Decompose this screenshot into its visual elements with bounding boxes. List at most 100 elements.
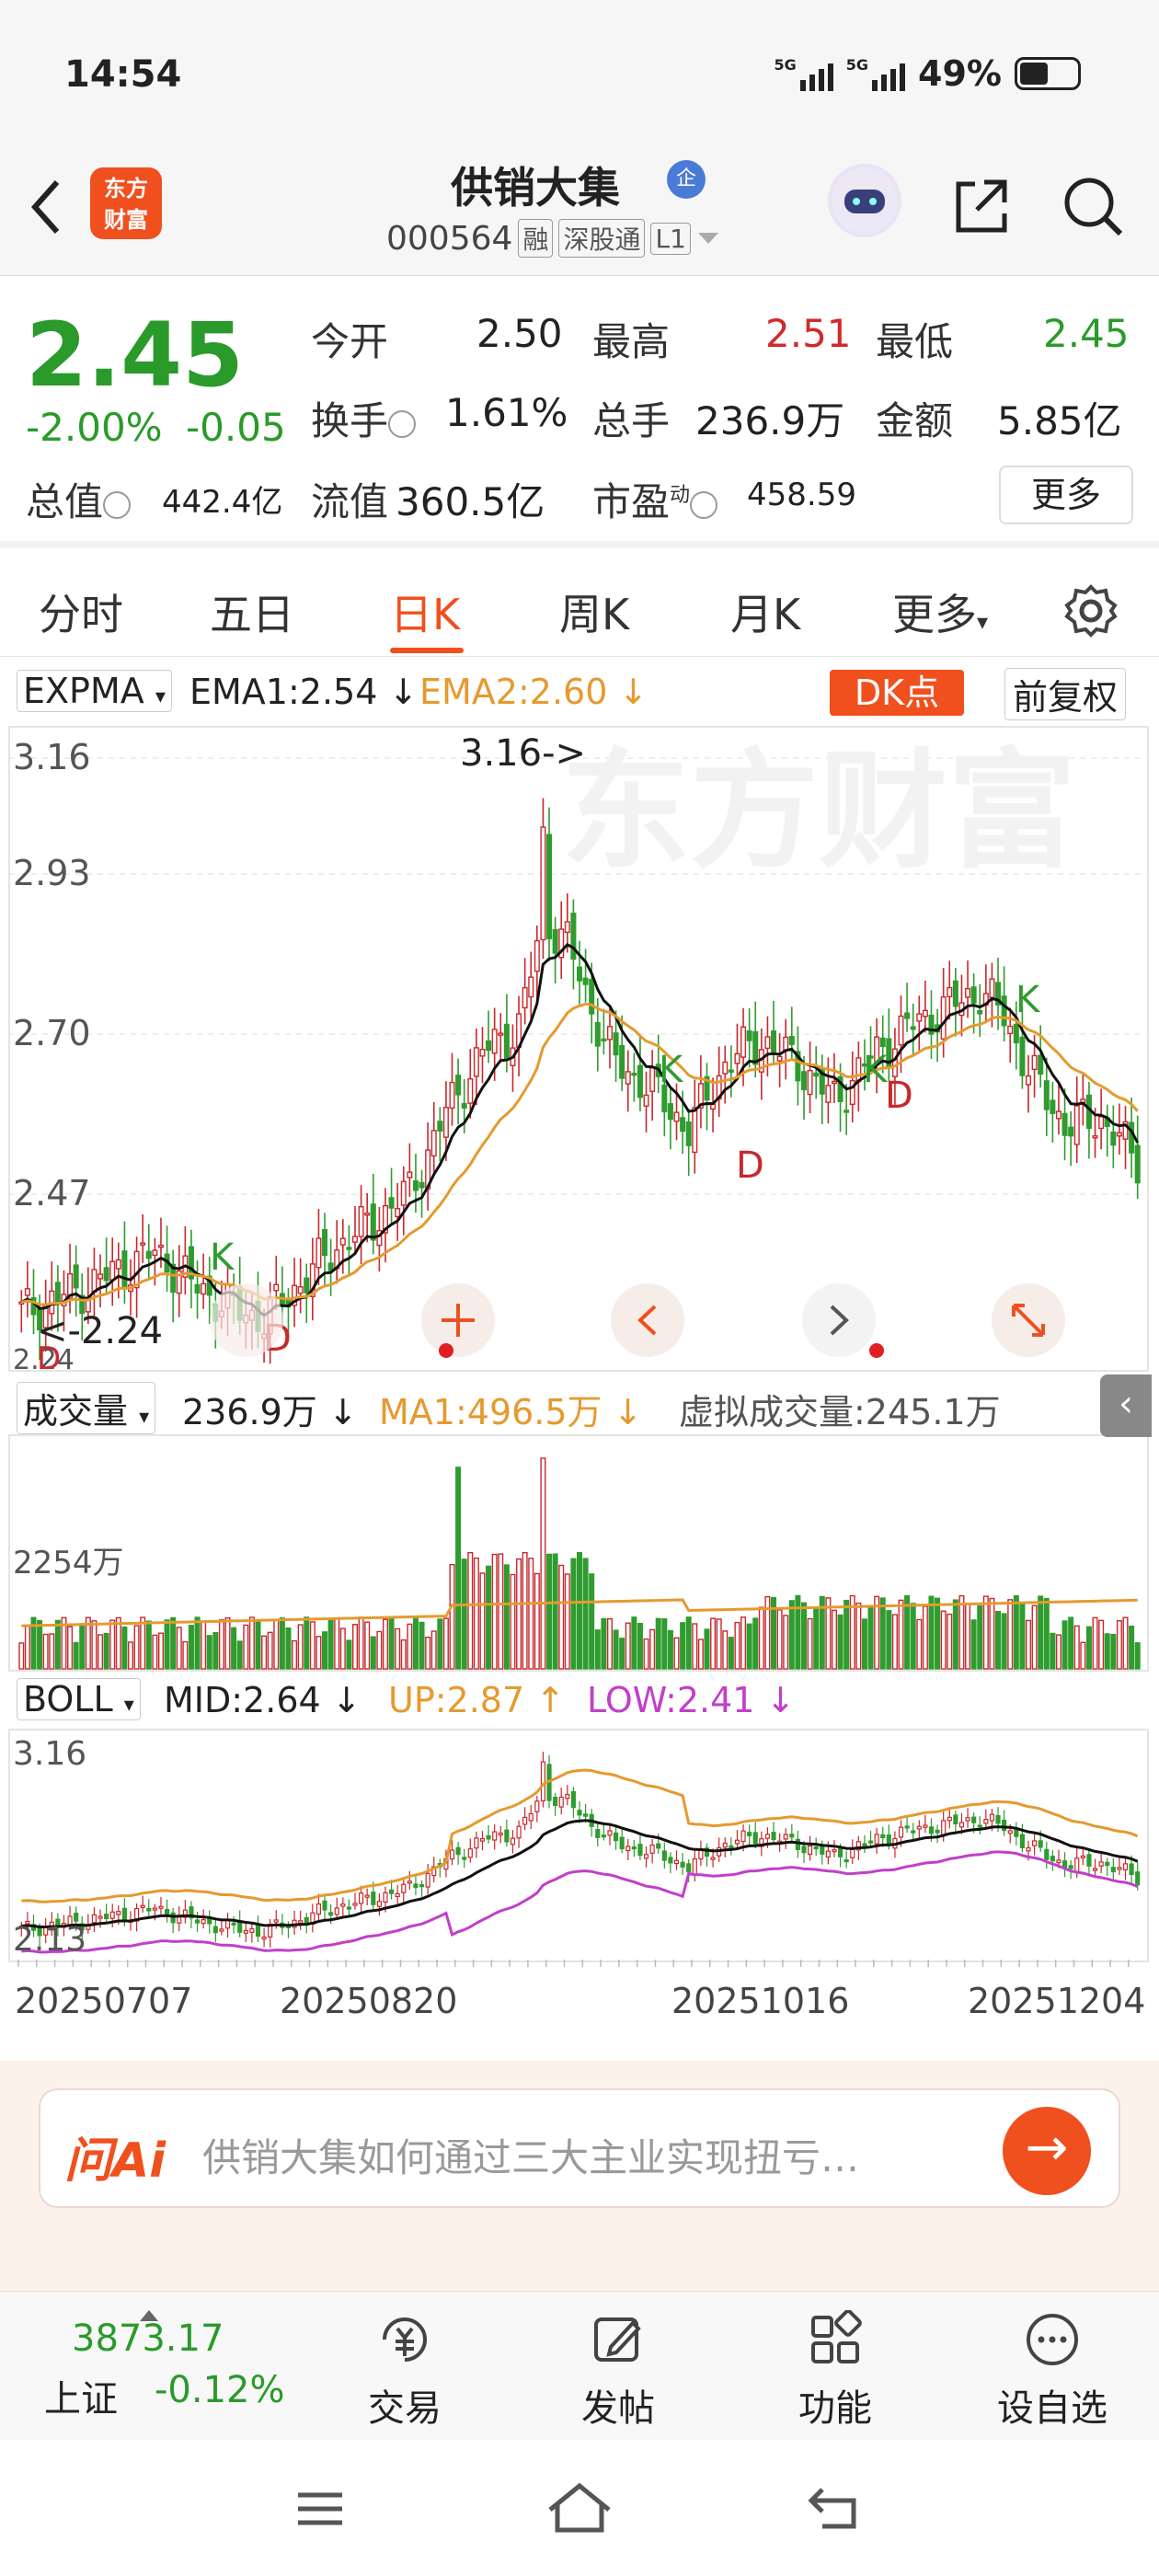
candle-body <box>273 1283 280 1292</box>
nav-post[interactable]: 发帖 <box>554 2310 683 2432</box>
boll-candle-body <box>1074 1857 1080 1872</box>
volume-bar <box>334 1617 340 1670</box>
more-button[interactable]: 更多 <box>999 466 1133 524</box>
adjust-mode-button[interactable]: 前复权 <box>1004 668 1127 720</box>
volume-bar <box>673 1637 680 1670</box>
volume-bar <box>928 1595 935 1670</box>
candle-body <box>1061 1112 1068 1136</box>
scroll-left-button[interactable] <box>611 1283 684 1357</box>
share-icon[interactable] <box>947 173 1014 239</box>
back-arrow-icon[interactable] <box>28 175 64 239</box>
volume-bar <box>1055 1634 1061 1670</box>
volume-indicator-select[interactable]: 成交量 ▾ <box>17 1382 156 1434</box>
volume-bar <box>637 1623 643 1670</box>
open-value: 2.50 <box>476 311 563 356</box>
boll-candle-body <box>928 1826 935 1834</box>
volume-bar <box>182 1640 189 1670</box>
volume-bar <box>540 1457 546 1670</box>
boll-candle-body <box>995 1814 1001 1824</box>
tab-weekly-k[interactable]: 周K <box>559 581 629 642</box>
boll-candle-body <box>298 1920 304 1924</box>
index-up-arrow-icon <box>140 2310 158 2321</box>
assistant-avatar-icon[interactable] <box>828 164 901 237</box>
zoom-in-button[interactable] <box>421 1283 495 1358</box>
candle-body <box>73 1264 79 1289</box>
candle-body <box>103 1267 109 1282</box>
volume-bar <box>1122 1616 1129 1670</box>
menu-icon[interactable] <box>293 2486 348 2532</box>
ai-question-box[interactable]: 问Ai 供销大集如何通过三大主业实现扭亏… → <box>39 2088 1120 2208</box>
settings-gear-icon[interactable] <box>1061 581 1120 640</box>
pe-label: 市盈动 <box>592 471 718 527</box>
volume-bar <box>534 1572 540 1670</box>
fullscreen-button[interactable] <box>992 1283 1065 1357</box>
candle-body <box>24 1288 30 1296</box>
dropdown-arrow-icon[interactable] <box>696 229 720 247</box>
volume-bar <box>503 1564 510 1670</box>
boll-candle-body <box>425 1872 430 1888</box>
ema-indicator-select[interactable]: EXPMA ▾ <box>17 670 172 712</box>
candle-body <box>843 1110 850 1113</box>
volume-bar <box>867 1605 874 1670</box>
volume-bar <box>958 1594 965 1670</box>
nav-watchlist[interactable]: 设自选 <box>988 2310 1117 2432</box>
boll-candle-body <box>752 1832 758 1845</box>
dk-points-button[interactable]: DK点 <box>830 670 964 716</box>
tab-intraday[interactable]: 分时 <box>39 581 123 642</box>
candle-body <box>940 996 947 1040</box>
boll-candle-body <box>631 1846 637 1850</box>
ai-prompt-text[interactable]: 供销大集如何通过三大主业实现扭亏… <box>202 2127 859 2183</box>
candle-body <box>879 1037 886 1048</box>
candle-body <box>133 1250 140 1289</box>
tab-more[interactable]: 更多▾ <box>892 581 988 642</box>
volume-bar <box>995 1610 1002 1670</box>
volume-bar <box>98 1634 104 1670</box>
candle-body <box>1031 1054 1038 1070</box>
boll-candle-body <box>570 1790 576 1809</box>
candle-body <box>395 1208 401 1218</box>
boll-indicator-select[interactable]: BOLL ▾ <box>17 1678 141 1720</box>
collapse-panel-button[interactable]: ‹ <box>1100 1374 1152 1437</box>
boll-candles <box>18 1752 1141 1948</box>
volume-bar <box>201 1620 207 1670</box>
tab-five-day[interactable]: 五日 <box>210 581 294 642</box>
candle-body <box>442 1107 449 1138</box>
boll-candle-body <box>376 1901 382 1907</box>
volume-bar <box>407 1623 413 1670</box>
candle-body <box>685 1121 692 1146</box>
boll-candle-body <box>837 1847 843 1857</box>
volume-bar <box>1085 1626 1092 1670</box>
nav-functions[interactable]: 功能 <box>771 2309 900 2432</box>
search-icon[interactable] <box>1060 173 1126 239</box>
candle-body <box>631 1072 637 1076</box>
boll-candle-body <box>328 1912 334 1916</box>
volume-bar <box>1013 1594 1019 1670</box>
boll-candle-body <box>534 1800 540 1812</box>
candle-body <box>473 1047 479 1077</box>
index-value: 3873.17 <box>72 2317 224 2360</box>
volume-label: 总手 <box>592 398 671 443</box>
scroll-right-button[interactable] <box>802 1283 884 1358</box>
tab-monthly-k[interactable]: 月K <box>730 581 800 642</box>
volume-bar <box>1025 1619 1032 1670</box>
index-ticker[interactable]: 3873.17 上证 -0.12% <box>44 2310 285 2422</box>
scroll-left-small-button[interactable] <box>210 1283 283 1357</box>
volume-bar <box>243 1624 249 1670</box>
boll-candle-body <box>904 1825 910 1829</box>
candle-body <box>667 1103 673 1121</box>
boll-candle-body <box>522 1816 528 1825</box>
volume-ma1: MA1:496.5万 ↓ <box>379 1392 643 1432</box>
boll-candle-body <box>1014 1829 1019 1837</box>
home-icon[interactable] <box>545 2478 614 2536</box>
boll-candle-body <box>492 1831 498 1841</box>
volume-bar <box>510 1573 516 1670</box>
boll-candle-body <box>109 1911 115 1919</box>
candle-body <box>522 986 528 1009</box>
nav-trade[interactable]: 交易 <box>340 2310 469 2432</box>
back-nav-icon[interactable] <box>806 2482 865 2534</box>
volume-bar <box>546 1553 553 1670</box>
ai-submit-arrow-icon[interactable]: → <box>1003 2107 1091 2195</box>
date-label: 20251204 <box>968 1981 1145 2021</box>
watermark-text: 东方财富 <box>561 737 1076 887</box>
tab-daily-k[interactable]: 日K <box>390 581 460 642</box>
